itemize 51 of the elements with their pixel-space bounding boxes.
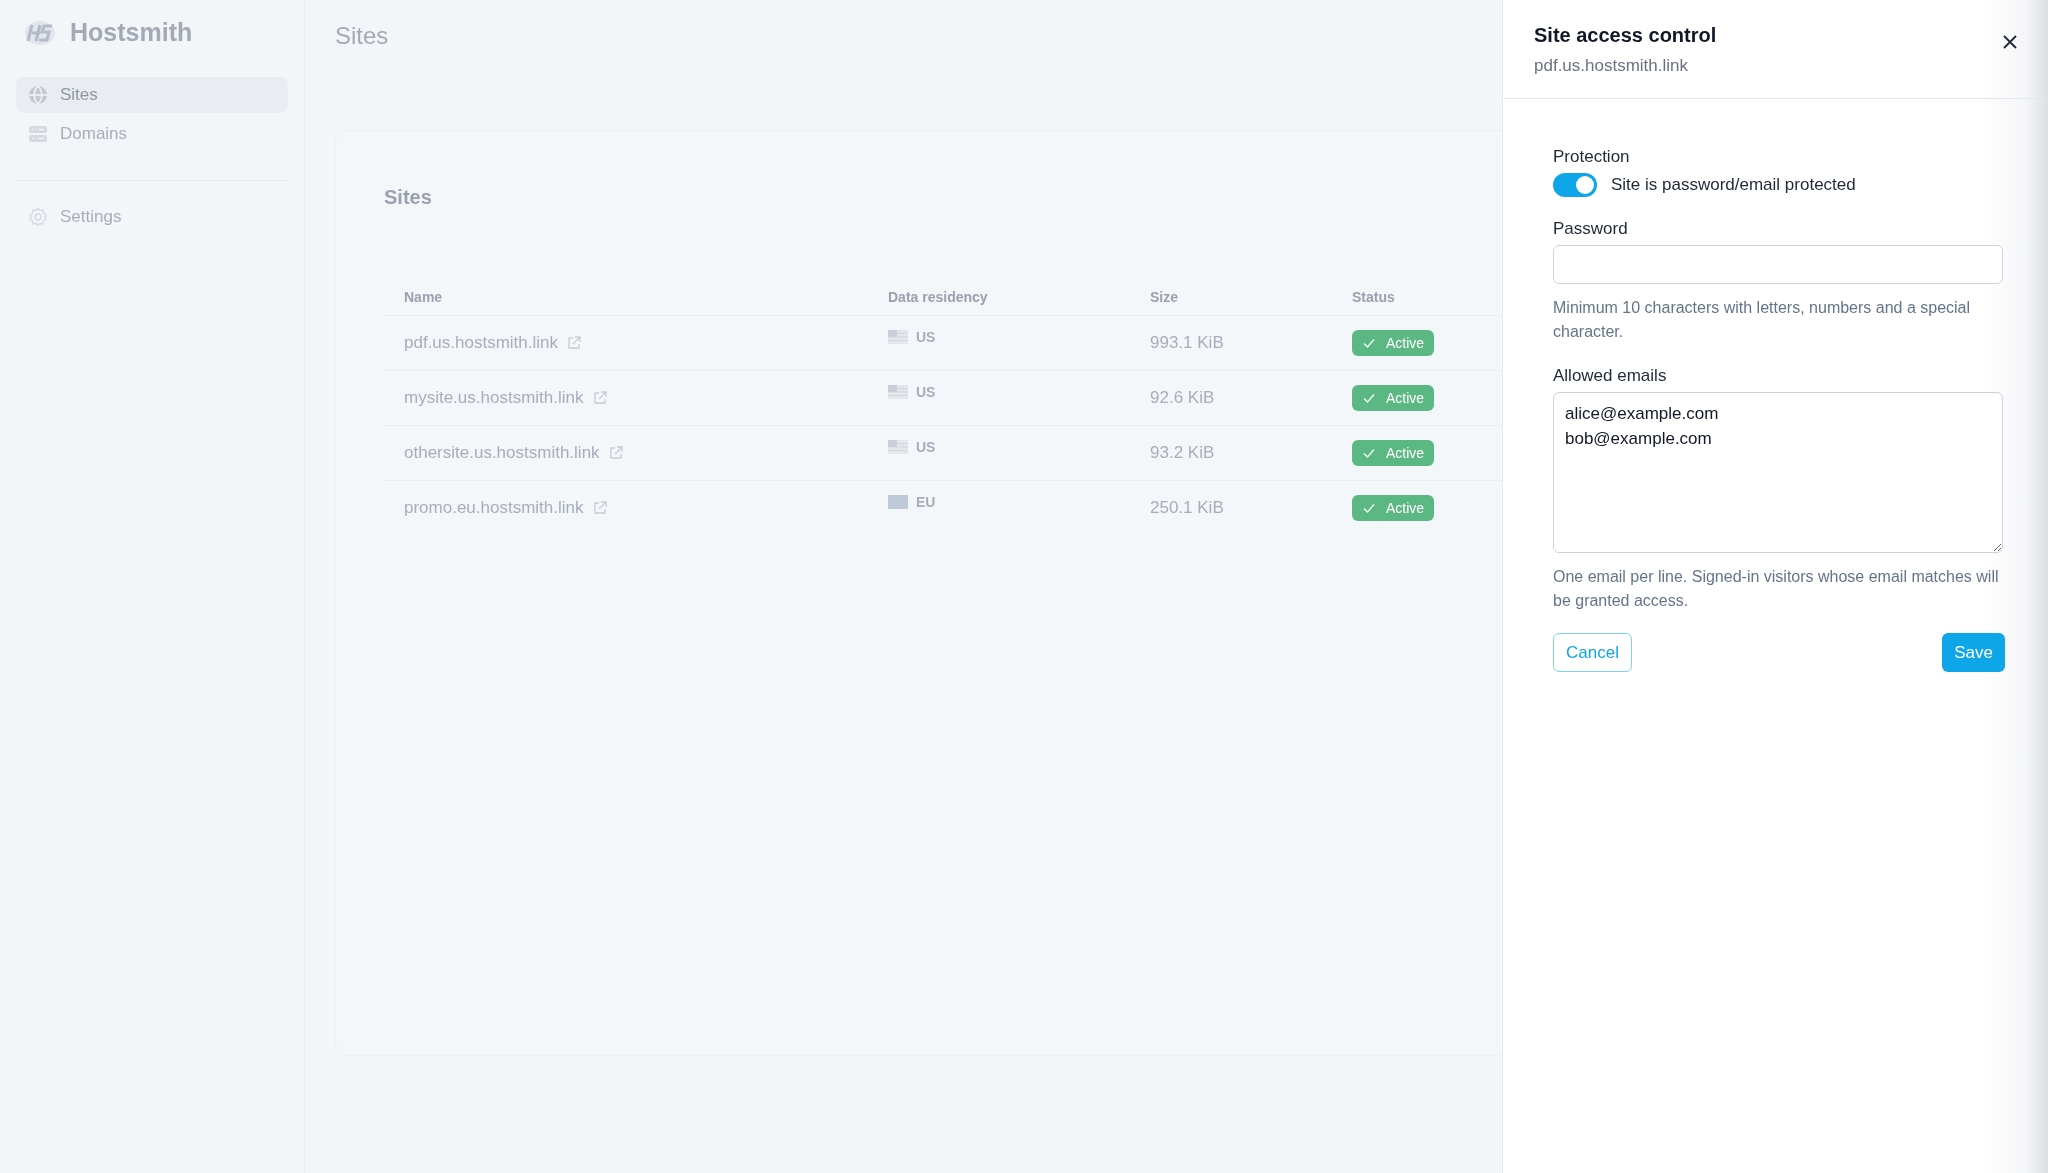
panel-subtitle: pdf.us.hostsmith.link (1534, 56, 1689, 76)
site-link[interactable]: othersite.us.hostsmith.link (404, 443, 600, 463)
size-cell: 93.2 KiB (1130, 425, 1332, 481)
password-field[interactable] (1553, 245, 2003, 284)
region-code: US (916, 329, 936, 345)
globe-icon (28, 85, 48, 105)
region-code: US (916, 384, 936, 400)
field-label: Protection (1553, 147, 1631, 167)
status-badge: Active (1352, 440, 1435, 466)
site-link[interactable]: promo.eu.hostsmith.link (404, 498, 584, 518)
field-hint: One email per line. Signed-in visitors whose email matches will be granted access. (1553, 567, 2000, 611)
sidebar-item[interactable]: Domains (16, 116, 288, 152)
card-title: Sites (384, 186, 433, 209)
flag-icon (888, 330, 908, 344)
status-badge: Active (1352, 495, 1435, 521)
server-icon (28, 124, 48, 144)
sidebar-item[interactable]: Settings (16, 199, 288, 235)
field-label: Password (1553, 219, 1629, 239)
field-hint: Minimum 10 characters with letters, numbers and a special character. (1553, 298, 1972, 342)
column-header: Data residency (868, 289, 1130, 316)
emails-field[interactable]: alice@example.com bob@example.com (1553, 392, 2003, 553)
protection-toggle[interactable] (1553, 173, 1597, 197)
sidebar-item[interactable]: Sites (16, 77, 288, 113)
external-link-icon[interactable] (591, 390, 608, 406)
flag-icon (888, 495, 908, 509)
status-badge: Active (1352, 330, 1435, 356)
flag-icon (888, 385, 908, 399)
logo-icon (22, 18, 58, 47)
external-link-icon[interactable] (566, 335, 582, 351)
status-badge: Active (1352, 385, 1435, 411)
site-link[interactable]: mysite.us.hostsmith.link (404, 388, 584, 408)
size-cell: 993.1 KiB (1130, 315, 1332, 371)
close-icon (2002, 34, 2018, 50)
column-header: Name (384, 289, 868, 316)
settings-icon (28, 207, 48, 227)
external-link-icon[interactable] (591, 500, 608, 516)
page-title: Sites (335, 22, 389, 50)
size-cell: 92.6 KiB (1130, 370, 1332, 426)
region-code: EU (916, 494, 936, 510)
toggle-label: Site is password/email protected (1611, 175, 1856, 195)
save-button[interactable]: Save (1942, 633, 2005, 672)
region-code: US (916, 439, 936, 455)
column-header: Size (1130, 289, 1332, 316)
flag-icon (888, 440, 908, 454)
panel-title: Site access control (1534, 24, 1717, 47)
field-label: Allowed emails (1553, 366, 1668, 386)
external-link-icon[interactable] (607, 445, 624, 461)
cancel-button[interactable]: Cancel (1553, 633, 1632, 672)
site-link[interactable]: pdf.us.hostsmith.link (404, 333, 558, 353)
size-cell: 250.1 KiB (1130, 480, 1332, 535)
app-name: Hostsmith (70, 18, 193, 47)
